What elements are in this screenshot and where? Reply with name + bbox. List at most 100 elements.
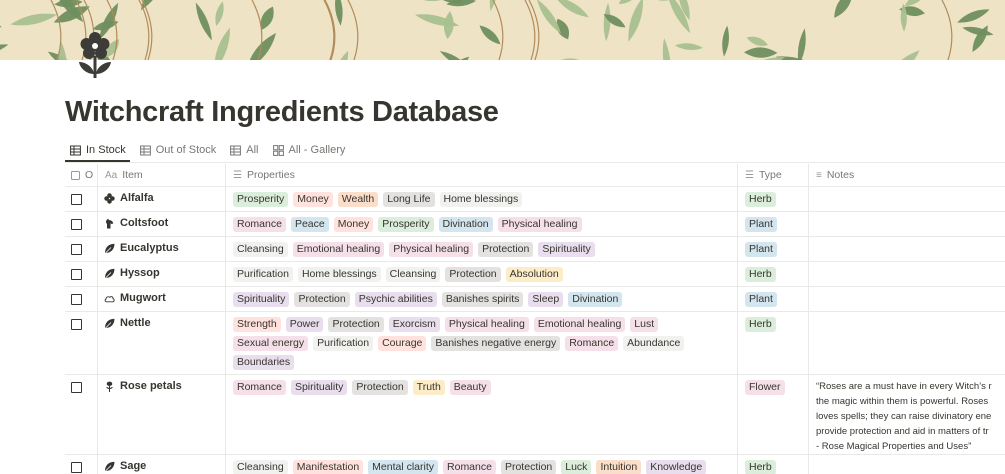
item-title[interactable]: Nettle — [98, 312, 225, 329]
property-tag: Lust — [630, 317, 659, 332]
type-cell[interactable]: Herb — [738, 455, 809, 474]
item-title[interactable]: Mugwort — [98, 287, 225, 304]
notes-cell[interactable] — [809, 287, 1005, 311]
type-cell[interactable]: Plant — [738, 237, 809, 261]
table-row[interactable]: Coltsfoot Romance Peace Money Prosperity Divi… — [65, 212, 1005, 237]
item-title[interactable]: Rose petals — [98, 375, 225, 392]
row-checkbox[interactable] — [71, 462, 82, 473]
property-tag: Courage — [378, 336, 427, 351]
flower-icon[interactable] — [74, 30, 116, 82]
type-cell[interactable]: Plant — [738, 212, 809, 236]
check-cell — [65, 287, 98, 311]
tab-in-stock[interactable]: In Stock — [65, 139, 131, 161]
tab-all-gallery[interactable]: All - Gallery — [268, 139, 351, 161]
notes-cell[interactable] — [809, 455, 1005, 474]
properties-cell[interactable]: Strength Power Protection Exorcism Physical … — [226, 312, 738, 374]
item-cell[interactable]: Coltsfoot — [98, 212, 226, 236]
type-cell[interactable]: Flower — [738, 375, 809, 454]
column-header-properties[interactable]: ☰ Properties — [226, 164, 738, 186]
check-cell — [65, 455, 98, 474]
properties-cell[interactable]: Purification Home blessings Cleansing Prote… — [226, 262, 738, 286]
notes-cell[interactable] — [809, 187, 1005, 211]
table-row[interactable]: Nettle Strength Power Protection Exorcism Phy… — [65, 312, 1005, 375]
item-cell[interactable]: Nettle — [98, 312, 226, 374]
row-checkbox[interactable] — [71, 244, 82, 255]
property-tag: Spirituality — [290, 380, 348, 395]
rose-icon — [104, 381, 115, 392]
column-header-item[interactable]: Aa Item — [98, 164, 226, 186]
cover-leaf — [479, 25, 501, 45]
property-tags: Cleansing Manifestation Mental clarity Roma… — [226, 455, 737, 474]
type-cell[interactable]: Plant — [738, 287, 809, 311]
item-title[interactable]: Sage — [98, 455, 225, 472]
property-tag: Romance — [233, 380, 286, 395]
property-tag: Banishes negative energy — [431, 336, 561, 351]
item-title[interactable]: Alfalfa — [98, 187, 225, 204]
view-tabs: In Stock Out of Stock All All - Gallery — [65, 139, 350, 161]
property-tag: Emotional healing — [292, 242, 385, 257]
table-row[interactable]: Sage Cleansing Manifestation Mental clarity… — [65, 455, 1005, 474]
table-row[interactable]: Alfalfa Prosperity Money Wealth Long Life Hom… — [65, 187, 1005, 212]
column-header-notes[interactable]: ≡ Notes — [809, 164, 1005, 186]
type-cell[interactable]: Herb — [738, 262, 809, 286]
item-cell[interactable]: Hyssop — [98, 262, 226, 286]
notes-cell[interactable] — [809, 237, 1005, 261]
page-cover[interactable] — [0, 0, 1005, 60]
column-header-type[interactable]: ☰ Type — [738, 164, 809, 186]
text-property-icon: ≡ — [816, 169, 822, 181]
table-icon — [70, 145, 81, 156]
row-checkbox[interactable] — [71, 269, 82, 280]
tab-out-of-stock[interactable]: Out of Stock — [135, 139, 222, 161]
column-header-label: Notes — [826, 169, 855, 181]
cover-leaf — [797, 28, 806, 60]
type-cell[interactable]: Herb — [738, 312, 809, 374]
item-cell[interactable]: Eucalyptus — [98, 237, 226, 261]
property-tag: Intuition — [596, 460, 642, 474]
property-tag: Prosperity — [233, 192, 289, 207]
cover-leaf — [834, 0, 853, 18]
properties-cell[interactable]: Cleansing Emotional healing Physical heali… — [226, 237, 738, 261]
table-row[interactable]: Hyssop Purification Home blessings Cleansin… — [65, 262, 1005, 287]
item-cell[interactable]: Alfalfa — [98, 187, 226, 211]
check-cell — [65, 312, 98, 374]
cover-stem — [138, 0, 150, 60]
item-cell[interactable]: Rose petals — [98, 375, 226, 454]
row-checkbox[interactable] — [71, 294, 82, 305]
row-checkbox[interactable] — [71, 219, 82, 230]
item-cell[interactable]: Mugwort — [98, 287, 226, 311]
properties-cell[interactable]: Cleansing Manifestation Mental clarity Roma… — [226, 455, 738, 474]
table-row[interactable]: Rose petals Romance Spirituality Protection… — [65, 375, 1005, 455]
property-tag: Abundance — [623, 336, 685, 351]
properties-cell[interactable]: Prosperity Money Wealth Long Life Home bless… — [226, 187, 738, 211]
type-cell[interactable]: Herb — [738, 187, 809, 211]
database-table: O Aa Item ☰ Properties ☰ Type ≡ Notes Al… — [65, 164, 1005, 474]
properties-cell[interactable]: Romance Peace Money Prosperity Divination Phy… — [226, 212, 738, 236]
row-checkbox[interactable] — [71, 319, 82, 330]
notes-cell[interactable]: “Roses are a must have in every Witch’s … — [809, 375, 1005, 454]
properties-cell[interactable]: Spirituality Protection Psychic abilities B… — [226, 287, 738, 311]
column-header-check[interactable]: O — [65, 164, 98, 186]
property-tag: Romance — [233, 217, 286, 232]
item-title[interactable]: Hyssop — [98, 262, 225, 279]
page-title[interactable]: Witchcraft Ingredients Database — [65, 96, 499, 129]
item-cell[interactable]: Sage — [98, 455, 226, 474]
table-row[interactable]: Mugwort Spirituality Protection Psychic abi… — [65, 287, 1005, 312]
check-cell — [65, 262, 98, 286]
item-name: Rose petals — [120, 380, 182, 392]
notes-cell[interactable] — [809, 212, 1005, 236]
property-tag: Absolution — [505, 267, 563, 282]
row-checkbox[interactable] — [71, 194, 82, 205]
property-tag: Sleep — [528, 292, 564, 307]
check-cell — [65, 212, 98, 236]
tab-label: Out of Stock — [155, 144, 217, 156]
property-tag: Boundaries — [233, 355, 295, 370]
property-tag: Cleansing — [385, 267, 441, 282]
notes-cell[interactable] — [809, 312, 1005, 374]
properties-cell[interactable]: Romance Spirituality Protection Truth Beauty — [226, 375, 738, 454]
tab-all[interactable]: All — [225, 139, 263, 161]
notes-cell[interactable] — [809, 262, 1005, 286]
table-row[interactable]: Eucalyptus Cleansing Emotional healing Phys… — [65, 237, 1005, 262]
row-checkbox[interactable] — [71, 382, 82, 393]
item-title[interactable]: Coltsfoot — [98, 212, 225, 229]
item-title[interactable]: Eucalyptus — [98, 237, 225, 254]
